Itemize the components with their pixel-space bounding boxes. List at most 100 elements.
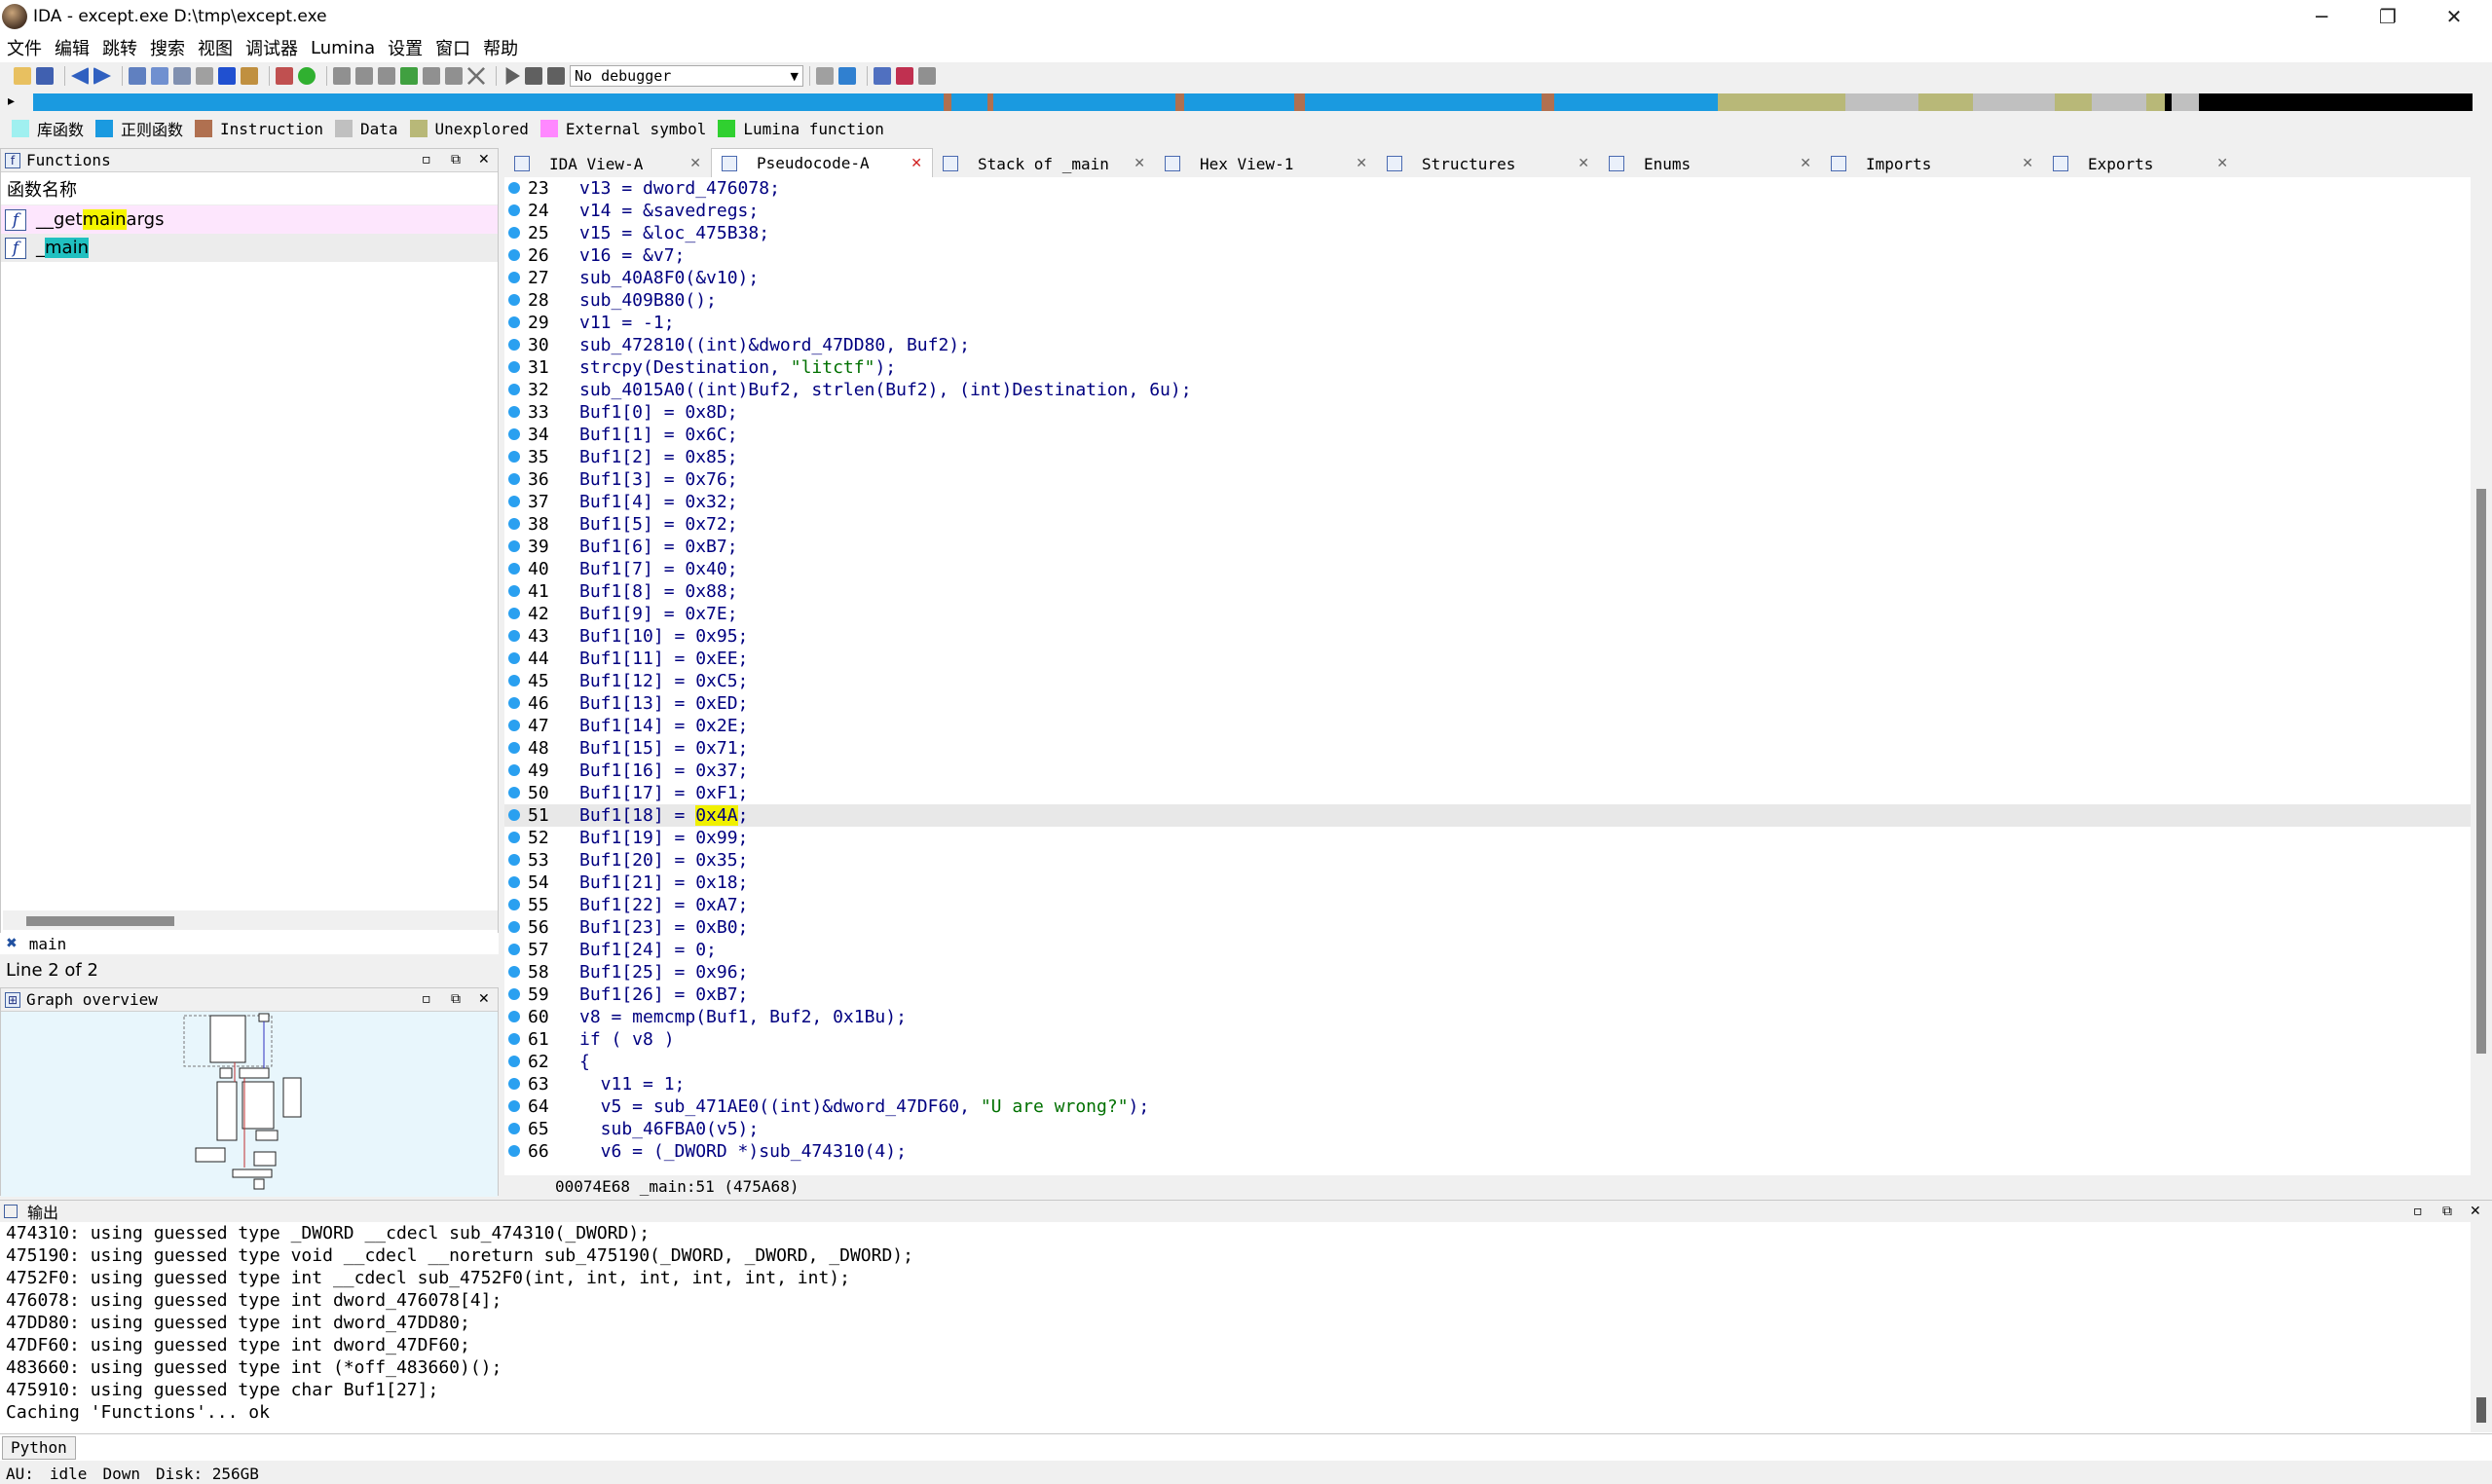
pause-icon[interactable] [525,67,542,85]
code-line[interactable]: 42 Buf1[9] = 0x7E; [504,603,2471,625]
breakpoint-dot-icon[interactable] [508,518,520,530]
code-line[interactable]: 56 Buf1[23] = 0xB0; [504,916,2471,939]
filter-clear-icon[interactable]: ✖ [6,936,18,951]
code-line[interactable]: 31 strcpy(Destination, "litctf"); [504,356,2471,379]
breakpoint-dot-icon[interactable] [508,563,520,575]
breakpoint-dot-icon[interactable] [508,227,520,239]
code-line[interactable]: 58 Buf1[25] = 0x96; [504,961,2471,983]
breakpoint-dot-icon[interactable] [508,1078,520,1090]
breakpoint-dot-icon[interactable] [508,451,520,463]
scrollbar-thumb[interactable] [2476,1397,2486,1423]
breakpoint-dot-icon[interactable] [508,272,520,283]
breakpoint-dot-icon[interactable] [508,1033,520,1045]
breakpoint-dot-icon[interactable] [508,652,520,664]
tab-close-icon[interactable]: ✕ [1800,156,1811,171]
tab-close-icon[interactable]: ✕ [1134,156,1145,171]
play-icon[interactable] [505,67,520,85]
code-line[interactable]: 36 Buf1[3] = 0x76; [504,468,2471,491]
code-line[interactable]: 25 v15 = &loc_475B38; [504,222,2471,244]
copy-icon[interactable] [129,67,146,85]
paste-icon[interactable] [151,67,168,85]
menu-edit[interactable]: 编辑 [55,35,90,60]
code-line[interactable]: 57 Buf1[24] = 0; [504,939,2471,961]
open-icon[interactable] [14,67,31,85]
navigation-strip[interactable] [33,93,2473,111]
tab-close-icon[interactable]: ✕ [1356,156,1367,171]
code-line[interactable]: 48 Buf1[15] = 0x71; [504,737,2471,760]
code-line[interactable]: 40 Buf1[7] = 0x40; [504,558,2471,580]
breakpoint-dot-icon[interactable] [508,1145,520,1157]
functions-column-header[interactable]: 函数名称 [1,172,498,205]
code-line[interactable]: 60 v8 = memcmp(Buf1, Buf2, 0x1Bu); [504,1006,2471,1028]
code-line[interactable]: 65 sub_46FBA0(v5); [504,1118,2471,1140]
arrow-icon[interactable] [400,67,418,85]
code-line[interactable]: 28 sub_409B80(); [504,289,2471,312]
functions-filter[interactable]: ✖ main [0,933,499,954]
function-row[interactable]: f __get main args [1,205,498,234]
code-line[interactable]: 45 Buf1[12] = 0xC5; [504,670,2471,692]
close-button[interactable]: ✕ [2421,0,2487,33]
output-vertical-scrollbar[interactable] [2471,1222,2492,1432]
breakpoint-dot-icon[interactable] [508,339,520,351]
run-green-icon[interactable] [298,67,316,85]
menu-debugger[interactable]: 调试器 [245,35,298,60]
breakpoint-dot-icon[interactable] [508,406,520,418]
scrollbar-thumb[interactable] [2476,489,2486,1054]
tab-enums[interactable]: Enums ✕ [1599,150,1821,177]
breakpoint-dot-icon[interactable] [508,988,520,1000]
pseudocode-vertical-scrollbar[interactable] [2471,177,2492,1175]
output-log[interactable]: 474310: using guessed type _DWORD __cdec… [0,1222,2492,1424]
code-line[interactable]: 37 Buf1[4] = 0x32; [504,491,2471,513]
code-line[interactable]: 24 v14 = &savedregs; [504,200,2471,222]
breakpoint-dot-icon[interactable] [508,809,520,821]
code-line[interactable]: 43 Buf1[10] = 0x95; [504,625,2471,648]
menu-lumina[interactable]: Lumina [311,38,375,58]
breakpoint-dot-icon[interactable] [508,496,520,507]
breakpoint-dot-icon[interactable] [508,921,520,933]
tab-close-icon[interactable]: ✕ [2022,156,2033,171]
menu-windows[interactable]: 窗口 [435,35,470,60]
tab-close-icon[interactable]: ✕ [2216,156,2228,171]
breakpoint-dot-icon[interactable] [508,361,520,373]
panel-close-icon[interactable]: ✕ [2470,1204,2481,1219]
code-line[interactable]: 50 Buf1[17] = 0xF1; [504,782,2471,804]
breakpoint-dot-icon[interactable] [508,854,520,866]
functions-horizontal-scrollbar[interactable] [3,910,498,930]
stop-icon[interactable] [547,67,565,85]
breakpoint-dot-icon[interactable] [508,384,520,395]
nav-arrow-icon[interactable]: ▸ [8,93,15,109]
breakpoint-dot-icon[interactable] [508,294,520,306]
breakpoint-dot-icon[interactable] [508,630,520,642]
string-icon[interactable] [378,67,395,85]
code-line[interactable]: 41 Buf1[8] = 0x88; [504,580,2471,603]
panel-minimize-icon[interactable]: ▫ [422,152,431,167]
graph-icon[interactable] [276,67,293,85]
code-line[interactable]: 53 Buf1[20] = 0x35; [504,849,2471,872]
breakpoint-dot-icon[interactable] [508,182,520,194]
menu-help[interactable]: 帮助 [483,35,518,60]
code-line[interactable]: 27 sub_40A8F0(&v10); [504,267,2471,289]
panel-float-icon[interactable]: ⧉ [451,152,461,167]
code-line[interactable]: 39 Buf1[6] = 0xB7; [504,536,2471,558]
code-line[interactable]: 64 v5 = sub_471AE0((int)&dword_47DF60, "… [504,1095,2471,1118]
debugger-select[interactable]: No debugger ▼ [570,65,803,87]
struct-icon[interactable] [445,67,463,85]
find-icon[interactable] [173,67,191,85]
tab-close-icon[interactable]: ✕ [1578,156,1589,171]
breakpoint-dot-icon[interactable] [508,473,520,485]
breakpoint-dot-icon[interactable] [508,899,520,910]
code-line[interactable]: 38 Buf1[5] = 0x72; [504,513,2471,536]
trace-icon[interactable] [896,67,913,85]
tab-close-icon[interactable]: ✕ [911,156,922,171]
breakpoint-dot-icon[interactable] [508,787,520,798]
code-line[interactable]: 66 v6 = (_DWORD *)sub_474310(4); [504,1140,2471,1163]
menu-file[interactable]: 文件 [7,35,42,60]
code-line[interactable]: 44 Buf1[11] = 0xEE; [504,648,2471,670]
tab-imports[interactable]: Imports ✕ [1821,150,2043,177]
download-icon[interactable] [218,67,236,85]
attach-icon[interactable] [816,67,834,85]
menu-view[interactable]: 视图 [198,35,233,60]
code-line[interactable]: 26 v16 = &v7; [504,244,2471,267]
breakpoint-dot-icon[interactable] [508,1011,520,1022]
panel-float-icon[interactable]: ⧉ [2442,1204,2452,1219]
